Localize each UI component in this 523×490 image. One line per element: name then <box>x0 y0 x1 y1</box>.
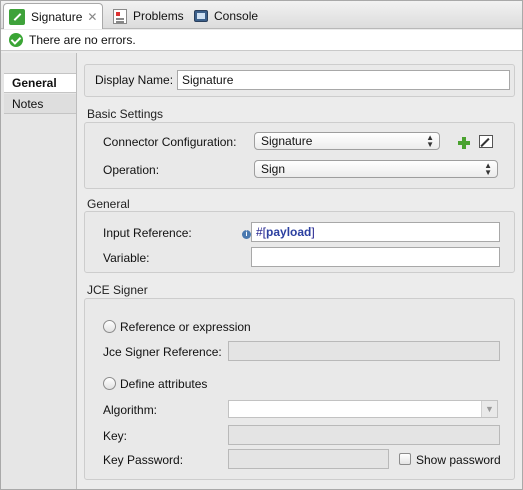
key-password-field[interactable] <box>228 449 389 469</box>
jce-signer-title: JCE Signer <box>87 283 148 297</box>
tab-problems[interactable]: Problems <box>108 3 184 29</box>
expression-prefix: #[ <box>256 225 267 239</box>
section-nav: General Notes <box>1 53 77 489</box>
select-arrows-icon: ▲ ▼ <box>484 161 492 177</box>
tab-label: Signature <box>31 9 83 24</box>
tab-console[interactable]: Console <box>189 3 258 29</box>
connector-config-label: Connector Configuration: <box>103 135 237 149</box>
signer-reference-label: Jce Signer Reference: <box>103 345 222 359</box>
define-attributes-label[interactable]: Define attributes <box>120 377 207 391</box>
algorithm-label: Algorithm: <box>103 403 158 417</box>
show-password-checkbox[interactable] <box>399 453 411 465</box>
expression-keyword: payload <box>266 225 312 239</box>
general-panel: Display Name: Signature Basic Settings C… <box>78 53 521 489</box>
general-section: Input Reference: i #[payload] Variable: <box>84 211 515 273</box>
key-field[interactable] <box>228 425 500 445</box>
check-circle-icon <box>9 33 23 47</box>
signature-icon <box>9 8 25 25</box>
algorithm-combo[interactable]: ▼ <box>228 400 498 418</box>
operation-value: Sign <box>261 162 286 176</box>
display-name-field[interactable]: Signature <box>177 70 510 90</box>
key-label: Key: <box>103 429 128 443</box>
problems-icon <box>113 8 127 24</box>
tab-bar: Signature ✕ Problems Console <box>1 1 522 29</box>
basic-settings-section: Connector Configuration: Signature ▲ ▼ Op… <box>84 122 515 189</box>
add-icon[interactable] <box>458 137 470 149</box>
info-icon: i <box>242 230 251 239</box>
connector-config-select[interactable]: Signature ▲ ▼ <box>254 132 440 150</box>
show-password-label[interactable]: Show password <box>416 453 501 467</box>
display-name-section: Display Name: Signature <box>84 64 515 97</box>
edit-icon[interactable] <box>479 135 493 148</box>
operation-label: Operation: <box>103 163 160 177</box>
expression-suffix: ] <box>311 225 315 239</box>
nav-item-general[interactable]: General <box>4 73 76 93</box>
validation-status: There are no errors. <box>1 30 522 51</box>
status-text: There are no errors. <box>29 33 136 47</box>
tab-label: Problems <box>133 9 184 23</box>
close-icon[interactable]: ✕ <box>87 10 97 24</box>
nav-item-notes[interactable]: Notes <box>4 94 76 114</box>
input-reference-field[interactable]: #[payload] <box>251 222 500 242</box>
key-password-label: Key Password: <box>103 453 184 467</box>
reference-radio[interactable] <box>103 320 116 333</box>
define-attributes-radio[interactable] <box>103 377 116 390</box>
chevron-down-icon[interactable]: ▼ <box>481 401 497 417</box>
input-reference-label: Input Reference: <box>103 226 192 240</box>
general-title: General <box>87 197 130 211</box>
connector-config-value: Signature <box>261 134 313 148</box>
tab-signature[interactable]: Signature ✕ <box>3 3 103 29</box>
display-name-label: Display Name: <box>95 73 174 87</box>
variable-label: Variable: <box>103 251 150 265</box>
jce-signer-section: Reference or expression Jce Signer Refer… <box>84 298 515 480</box>
variable-field[interactable] <box>251 247 500 267</box>
tab-label: Console <box>214 9 259 23</box>
operation-select[interactable]: Sign ▲ ▼ <box>254 160 498 178</box>
console-icon <box>194 10 208 22</box>
basic-settings-title: Basic Settings <box>87 107 164 121</box>
reference-radio-label[interactable]: Reference or expression <box>120 320 251 334</box>
signer-reference-field[interactable] <box>228 341 500 361</box>
select-arrows-icon: ▲ ▼ <box>426 133 434 149</box>
